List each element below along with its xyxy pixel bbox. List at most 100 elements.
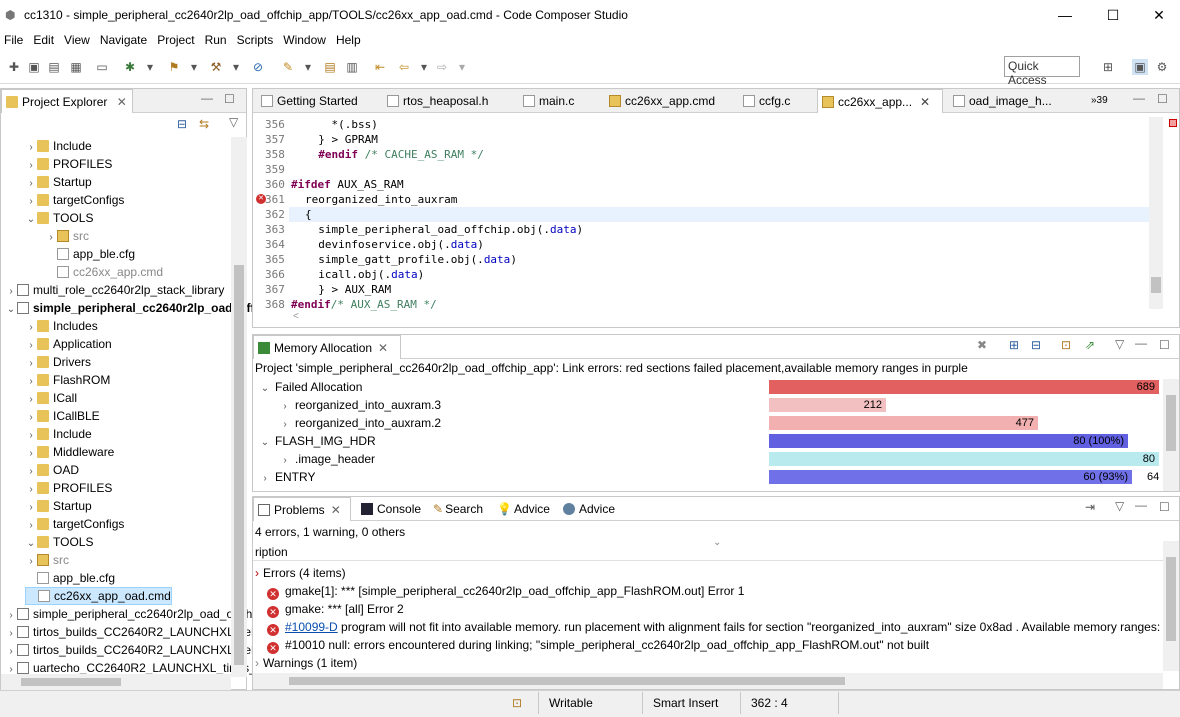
chevron-right-icon[interactable]: › bbox=[259, 470, 271, 488]
view-menu-icon[interactable]: ▽ bbox=[1115, 337, 1124, 351]
tree-item[interactable]: › Middleware bbox=[25, 443, 114, 461]
tab-getting-started[interactable]: Getting Started bbox=[257, 89, 371, 113]
back-history-icon[interactable]: ⇤ bbox=[372, 59, 388, 75]
open-icon[interactable]: ⊡ bbox=[1061, 338, 1071, 352]
close-icon[interactable]: ✕ bbox=[378, 341, 388, 355]
dropdown-icon[interactable]: ▾ bbox=[142, 59, 158, 75]
tree-item[interactable]: › Include bbox=[25, 137, 91, 155]
close-icon[interactable]: ✕ bbox=[920, 95, 930, 109]
open-perspective-icon[interactable]: ⊞ bbox=[1100, 59, 1116, 75]
tree-item[interactable]: cc26xx_app_oad.cmd bbox=[25, 587, 172, 605]
tab-cc26xx-app-oad[interactable]: cc26xx_app... ✕ bbox=[817, 89, 943, 113]
debug-icon[interactable]: ⚑ bbox=[166, 59, 182, 75]
minimize-icon[interactable]: — bbox=[1135, 336, 1147, 350]
tree-item[interactable]: › PROFILES bbox=[25, 155, 112, 173]
chevron-down-icon[interactable]: ⌄ bbox=[259, 380, 271, 398]
tree-item[interactable]: › Application bbox=[25, 335, 111, 353]
tab-rtos-heaposal[interactable]: rtos_heaposal.h bbox=[383, 89, 507, 113]
problem-row[interactable]: ✕ #10099-D program will not fit into avai… bbox=[267, 618, 1160, 636]
tab-overflow[interactable]: »39 bbox=[1087, 89, 1117, 113]
menu-project[interactable]: Project bbox=[153, 33, 200, 47]
view-menu-icon[interactable]: ▽ bbox=[229, 115, 238, 129]
tree-item[interactable]: ⌄ TOOLS bbox=[25, 533, 94, 551]
minimize-icon[interactable]: — bbox=[201, 91, 213, 105]
tab-advice-2[interactable]: Advice bbox=[559, 497, 621, 521]
ccs-edit-perspective-icon[interactable]: ▣ bbox=[1132, 59, 1148, 75]
tree-hscrollbar[interactable] bbox=[1, 674, 231, 690]
hammer-icon[interactable]: ⚒ bbox=[208, 59, 224, 75]
menu-help[interactable]: Help bbox=[332, 33, 367, 47]
problems-hscrollbar[interactable] bbox=[253, 673, 1163, 689]
tree-item[interactable]: › targetConfigs bbox=[25, 191, 124, 209]
tab-project-explorer[interactable]: Project Explorer ✕ bbox=[1, 89, 133, 113]
forward-icon[interactable]: ⇨ bbox=[434, 59, 450, 75]
tree-scrollbar[interactable] bbox=[231, 137, 247, 677]
debug-perspective-icon[interactable]: ⚙ bbox=[1154, 59, 1170, 75]
errors-group[interactable]: › Errors (4 items) bbox=[255, 564, 346, 582]
tree-item[interactable]: › Startup bbox=[25, 497, 91, 515]
print-icon[interactable]: ▦ bbox=[68, 59, 84, 75]
problem-row[interactable]: ✕ #10010 null: errors encountered during … bbox=[267, 636, 929, 654]
collapse-all-icon[interactable]: ⊟ bbox=[1031, 338, 1041, 352]
minimize-icon[interactable]: — bbox=[1133, 91, 1145, 105]
status-insert-mode[interactable]: Smart Insert bbox=[653, 696, 718, 710]
tab-ccfg-c[interactable]: ccfg.c bbox=[739, 89, 807, 113]
dropdown-icon[interactable]: ▾ bbox=[228, 59, 244, 75]
tab-advice[interactable]: 💡 Advice bbox=[493, 497, 555, 521]
tree-item[interactable]: › src bbox=[45, 227, 89, 245]
scrollbar-thumb[interactable] bbox=[1151, 277, 1161, 293]
menu-file[interactable]: File bbox=[0, 33, 29, 47]
scrollbar-thumb[interactable] bbox=[234, 265, 244, 665]
annotation-icon[interactable]: ▤ bbox=[322, 59, 338, 75]
tab-main-c[interactable]: main.c bbox=[519, 89, 595, 113]
tree-item[interactable]: › Includes bbox=[25, 317, 97, 335]
tree-item[interactable]: › Include bbox=[25, 425, 91, 443]
tab-oad-image-h[interactable]: oad_image_h... bbox=[949, 89, 1061, 113]
new-icon[interactable]: ✚ bbox=[6, 59, 22, 75]
close-icon[interactable]: ✕ bbox=[331, 503, 341, 517]
collapse-all-icon[interactable]: ⊟ bbox=[177, 117, 187, 131]
memory-row[interactable]: › ENTRY bbox=[259, 468, 315, 486]
column-description[interactable]: ription bbox=[255, 545, 288, 559]
maximize-icon[interactable]: ☐ bbox=[1159, 500, 1170, 514]
save-icon[interactable]: ▣ bbox=[26, 59, 42, 75]
tree-item[interactable]: app_ble.cfg bbox=[45, 245, 135, 263]
chevron-down-icon[interactable]: ⌄ bbox=[259, 434, 271, 452]
link-with-editor-icon[interactable]: ⇆ bbox=[199, 117, 209, 131]
menu-navigate[interactable]: Navigate bbox=[96, 33, 153, 47]
scrollbar-thumb[interactable] bbox=[21, 678, 121, 686]
scrollbar-thumb[interactable] bbox=[289, 677, 845, 685]
scrollbar-thumb[interactable] bbox=[1166, 557, 1176, 641]
memory-scrollbar[interactable] bbox=[1163, 379, 1179, 491]
error-code-link[interactable]: #10099-D bbox=[285, 620, 338, 634]
memory-row[interactable]: › reorganized_into_auxram.2 bbox=[279, 414, 441, 432]
run-tool-icon[interactable]: ✎ bbox=[280, 59, 296, 75]
tree-item[interactable]: › Startup bbox=[25, 173, 91, 191]
maximize-icon[interactable]: ☐ bbox=[1090, 0, 1136, 30]
tree-item[interactable]: › Drivers bbox=[25, 353, 91, 371]
back-icon[interactable]: ⇦ bbox=[396, 59, 412, 75]
focus-icon[interactable]: ⇥ bbox=[1085, 500, 1095, 514]
menu-view[interactable]: View bbox=[60, 33, 96, 47]
maximize-icon[interactable]: ☐ bbox=[224, 92, 235, 106]
memory-row[interactable]: › .image_header bbox=[279, 450, 375, 468]
tree-item[interactable]: › src bbox=[25, 551, 69, 569]
tree-item[interactable]: › OAD bbox=[25, 461, 79, 479]
terminal-icon[interactable]: ▭ bbox=[94, 59, 110, 75]
chevron-down-icon[interactable]: ⌄ bbox=[5, 301, 17, 319]
link-icon[interactable]: ⊘ bbox=[250, 59, 266, 75]
menu-window[interactable]: Window bbox=[279, 33, 332, 47]
maximize-icon[interactable]: ☐ bbox=[1159, 338, 1170, 352]
menu-scripts[interactable]: Scripts bbox=[233, 33, 280, 47]
menu-edit[interactable]: Edit bbox=[29, 33, 60, 47]
dropdown-icon[interactable]: ▾ bbox=[454, 59, 470, 75]
tree-item[interactable]: › ICall bbox=[25, 389, 77, 407]
dropdown-icon[interactable]: ▾ bbox=[300, 59, 316, 75]
tab-memory-allocation[interactable]: Memory Allocation ✕ bbox=[253, 335, 401, 359]
chevron-left-icon[interactable]: < bbox=[293, 311, 299, 322]
editor-scrollbar[interactable] bbox=[1149, 117, 1163, 309]
tree-item[interactable]: › multi_role_cc2640r2lp_stack_library bbox=[5, 281, 224, 299]
build-icon[interactable]: ✱ bbox=[122, 59, 138, 75]
problems-scrollbar[interactable] bbox=[1163, 541, 1179, 671]
minimize-icon[interactable]: — bbox=[1135, 498, 1147, 512]
